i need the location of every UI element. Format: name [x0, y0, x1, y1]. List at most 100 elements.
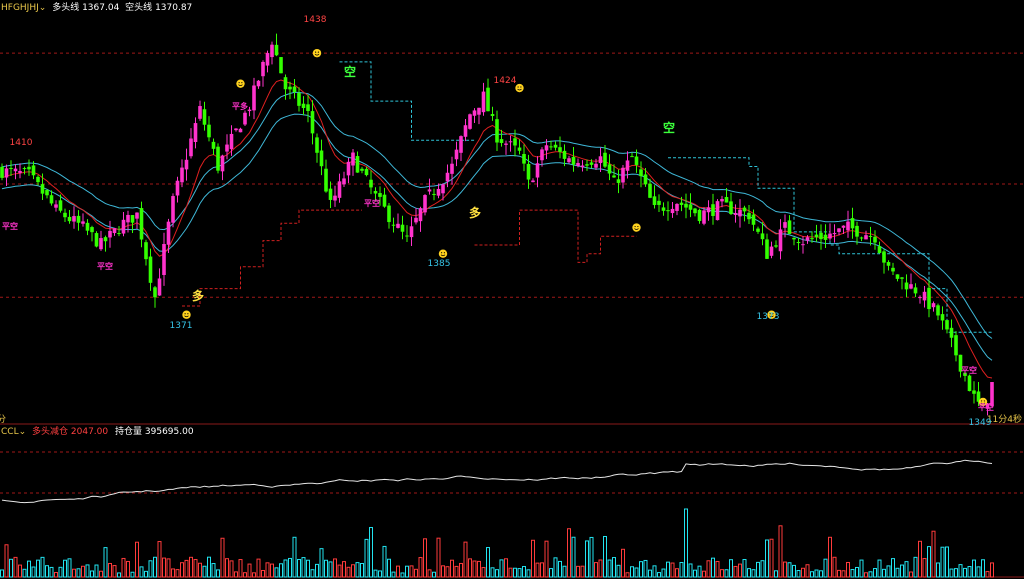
volume-bar [850, 569, 855, 578]
smiley-icon [312, 48, 322, 58]
volume-bar [387, 558, 391, 578]
candle-body [315, 137, 319, 153]
candle-body [513, 138, 517, 146]
volume-bar [697, 565, 702, 578]
candle-body [45, 190, 49, 196]
volume-bars [0, 508, 994, 578]
volume-bar [189, 556, 193, 578]
volume-bar [729, 559, 733, 578]
candle-body [346, 161, 351, 176]
volume-bar [171, 568, 175, 578]
candle-body [378, 193, 382, 197]
volume-bar [297, 558, 301, 578]
candle-body [814, 234, 819, 238]
volume-bar [922, 558, 927, 578]
volume-bar [162, 557, 166, 578]
open-interest-path [1, 459, 993, 504]
volume-bar [598, 559, 603, 578]
candle-body [58, 200, 63, 211]
volume-bar [378, 570, 382, 578]
volume-bar [841, 570, 846, 578]
candle-body [99, 238, 103, 250]
long-stop-line [182, 209, 362, 307]
candle-body [967, 375, 972, 392]
candle-body [36, 176, 40, 183]
volume-bar [625, 572, 630, 578]
volume-bar [958, 564, 963, 578]
futures-chart[interactable]: 1438142414101371138513731349多多空空平空平空平多平空… [0, 0, 1024, 579]
candle-body [4, 168, 9, 178]
volume-bar [801, 567, 805, 578]
volume-bar [427, 569, 432, 578]
candle-body [40, 184, 45, 194]
volume-bar [103, 547, 108, 578]
candle-body [877, 246, 882, 253]
candle-body [594, 163, 598, 168]
volume-bar [639, 561, 643, 578]
volume-bar [364, 538, 369, 578]
candle-body [526, 163, 531, 180]
volume-bar [72, 568, 76, 578]
volume-bar [702, 570, 706, 578]
candle-body [738, 209, 742, 217]
volume-bar [882, 568, 886, 578]
candle-body [360, 168, 364, 171]
smiley-icon [182, 310, 191, 319]
volume-bar [918, 540, 922, 578]
volume-bar [567, 528, 571, 578]
candle-body [891, 267, 895, 272]
volume-bar [261, 569, 265, 578]
candle-body [733, 213, 738, 215]
candle-body [895, 274, 900, 279]
candle-body [580, 165, 585, 168]
smiley-eye [634, 225, 636, 228]
candle-body [220, 155, 225, 172]
candle-body [319, 150, 324, 167]
volume-bar [508, 567, 513, 578]
candle-body [648, 183, 652, 198]
candle-body [954, 335, 958, 356]
smiley-eye [241, 82, 243, 84]
candle-body [288, 86, 292, 90]
volume-bar [135, 541, 139, 578]
volume-bar [589, 536, 594, 578]
volume-bar [234, 571, 238, 578]
candle-body [328, 188, 333, 200]
candle-body [468, 114, 472, 129]
volume-bar [594, 562, 598, 578]
candle-body [337, 181, 342, 198]
volume-bar [238, 559, 243, 578]
smiley-eye [315, 51, 317, 53]
candle-body [234, 128, 238, 131]
candle-body [76, 215, 81, 223]
candle-body [31, 165, 36, 176]
volume-bar [292, 536, 297, 578]
candle-body [342, 178, 346, 185]
candle-body [279, 57, 283, 74]
candle-body [828, 233, 832, 239]
candle-body [112, 228, 117, 234]
signal-label: 平多 [232, 101, 248, 111]
volume-bar [715, 561, 720, 578]
candle-body [162, 243, 166, 275]
candle-body [238, 128, 243, 133]
grid-lines [0, 52, 1024, 578]
volume-bar [909, 571, 913, 578]
candle-body [409, 226, 414, 238]
smiley-eye [238, 82, 240, 84]
volume-bar [490, 567, 495, 578]
price-label: 1373 [757, 312, 780, 322]
candle-body [567, 158, 571, 163]
candle-body [130, 215, 135, 223]
volume-bar [270, 563, 274, 578]
price-label: 1424 [494, 76, 517, 86]
volume-bar [990, 562, 994, 578]
candle-body [72, 216, 76, 222]
candle-body [702, 210, 706, 224]
candle-body [616, 179, 621, 183]
candlesticks [0, 33, 994, 416]
long-stop-line [474, 209, 637, 263]
candle-body [855, 225, 859, 237]
volume-bar [373, 569, 378, 578]
candle-body [283, 77, 288, 90]
